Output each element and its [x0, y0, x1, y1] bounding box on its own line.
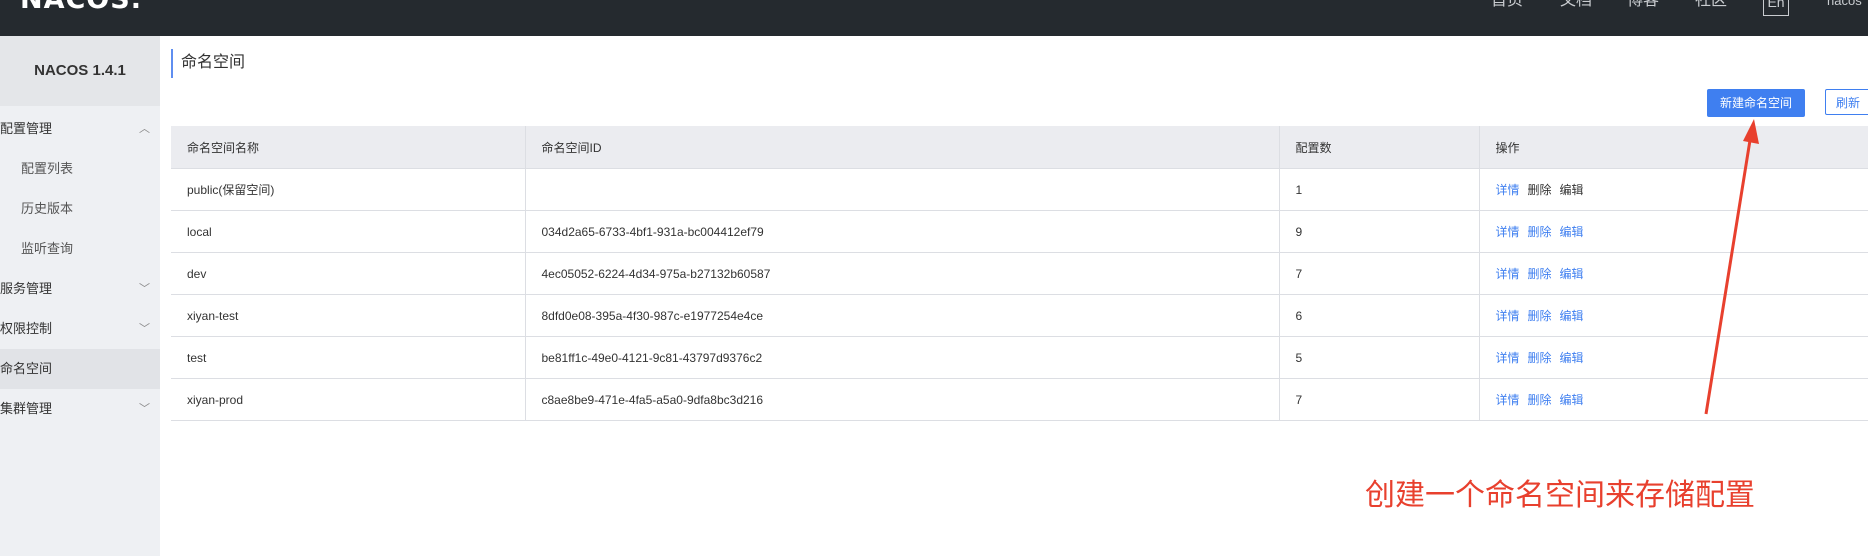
- config-count: 7: [1279, 378, 1480, 421]
- sidebar-group-service[interactable]: 服务管理 ﹀: [0, 269, 160, 309]
- row-actions: 详情 删除 编辑: [1479, 252, 1868, 295]
- sidebar-item-label: 服务管理: [0, 281, 53, 296]
- detail-link[interactable]: 详情: [1496, 393, 1520, 407]
- table-row: local 034d2a65-6733-4bf1-931a-bc004412ef…: [171, 210, 1868, 253]
- sidebar-item-listener[interactable]: 监听查询: [0, 229, 160, 269]
- delete-link[interactable]: 删除: [1528, 183, 1552, 197]
- new-namespace-button[interactable]: 新建命名空间: [1707, 89, 1805, 117]
- page-title: 命名空间: [181, 54, 246, 71]
- table-row: public(保留空间) 1 详情 删除 编辑: [171, 168, 1868, 211]
- namespace-name: xiyan-prod: [171, 378, 526, 421]
- config-count: 6: [1279, 294, 1480, 337]
- namespace-id: 4ec05052-6224-4d34-975a-b27132b60587: [525, 252, 1280, 295]
- nav-docs-link[interactable]: 文档: [1560, 0, 1592, 12]
- delete-link[interactable]: 删除: [1528, 225, 1552, 239]
- row-actions: 详情 删除 编辑: [1479, 378, 1868, 421]
- detail-link[interactable]: 详情: [1496, 225, 1520, 239]
- detail-link[interactable]: 详情: [1496, 309, 1520, 323]
- sidebar-group-auth[interactable]: 权限控制 ﹀: [0, 309, 160, 349]
- config-count: 7: [1279, 252, 1480, 295]
- column-header-id: 命名空间ID: [525, 126, 1280, 169]
- column-header-count: 配置数: [1279, 126, 1480, 169]
- sidebar-item-history[interactable]: 历史版本: [0, 189, 160, 229]
- sidebar-item-label: 配置管理: [0, 121, 53, 136]
- table-row: xiyan-prod c8ae8be9-471e-4fa5-a5a0-9dfa8…: [171, 378, 1868, 421]
- namespace-name: xiyan-test: [171, 294, 526, 337]
- refresh-button[interactable]: 刷新: [1825, 89, 1868, 115]
- config-count: 1: [1279, 168, 1480, 211]
- detail-link[interactable]: 详情: [1496, 351, 1520, 365]
- namespace-id: [525, 168, 1280, 211]
- chevron-down-icon: ﹀: [139, 323, 150, 335]
- namespace-id: c8ae8be9-471e-4fa5-a5a0-9dfa8bc3d216: [525, 378, 1280, 421]
- column-header-name: 命名空间名称: [171, 126, 526, 169]
- delete-link[interactable]: 删除: [1528, 351, 1552, 365]
- table-row: xiyan-test 8dfd0e08-395a-4f30-987c-e1977…: [171, 294, 1868, 337]
- title-accent-bar: [171, 49, 173, 78]
- config-count: 9: [1279, 210, 1480, 253]
- namespace-id: 8dfd0e08-395a-4f30-987c-e1977254e4ce: [525, 294, 1280, 337]
- nav-home-link[interactable]: 首页: [1491, 0, 1523, 12]
- delete-link[interactable]: 删除: [1528, 267, 1552, 281]
- version-label: NACOS 1.4.1: [0, 36, 160, 106]
- table-header-row: 命名空间名称 命名空间ID 配置数 操作: [171, 126, 1868, 169]
- column-header-actions: 操作: [1479, 126, 1868, 169]
- detail-link[interactable]: 详情: [1496, 267, 1520, 281]
- sidebar-group-cluster[interactable]: 集群管理 ﹀: [0, 389, 160, 429]
- sidebar: NACOS 1.4.1 配置管理 ︿ 配置列表 历史版本 监听查询 服务管理 ﹀…: [0, 36, 160, 556]
- config-count: 5: [1279, 336, 1480, 379]
- language-switch[interactable]: En: [1763, 0, 1789, 16]
- chevron-down-icon: ﹀: [139, 283, 150, 295]
- detail-link[interactable]: 详情: [1496, 183, 1520, 197]
- namespace-name: test: [171, 336, 526, 379]
- table-row: test be81ff1c-49e0-4121-9c81-43797d9376c…: [171, 336, 1868, 379]
- namespace-id: 034d2a65-6733-4bf1-931a-bc004412ef79: [525, 210, 1280, 253]
- edit-link[interactable]: 编辑: [1560, 183, 1584, 197]
- namespace-table: 命名空间名称 命名空间ID 配置数 操作 public(保留空间) 1 详情 删除…: [171, 126, 1868, 421]
- namespace-name: dev: [171, 252, 526, 295]
- sidebar-item-namespace[interactable]: 命名空间: [0, 349, 160, 389]
- namespace-name: local: [171, 210, 526, 253]
- nacos-logo[interactable]: NACOS.: [20, 0, 142, 13]
- sidebar-item-label: 权限控制: [0, 321, 53, 336]
- top-navbar: NACOS. 首页 文档 博客 社区 En nacos: [0, 0, 1868, 36]
- table-row: dev 4ec05052-6224-4d34-975a-b27132b60587…: [171, 252, 1868, 295]
- namespace-id: be81ff1c-49e0-4121-9c81-43797d9376c2: [525, 336, 1280, 379]
- chevron-down-icon: ﹀: [139, 403, 150, 415]
- sidebar-item-label: 命名空间: [0, 361, 53, 376]
- row-actions: 详情 删除 编辑: [1479, 336, 1868, 379]
- edit-link[interactable]: 编辑: [1560, 309, 1584, 323]
- user-menu[interactable]: nacos: [1827, 0, 1862, 12]
- edit-link[interactable]: 编辑: [1560, 393, 1584, 407]
- edit-link[interactable]: 编辑: [1560, 267, 1584, 281]
- namespace-name: public(保留空间): [171, 168, 526, 211]
- sidebar-item-label: 集群管理: [0, 401, 53, 416]
- annotation-text: 创建一个命名空间来存储配置: [1365, 478, 1755, 513]
- row-actions: 详情 删除 编辑: [1479, 210, 1868, 253]
- chevron-up-icon: ︿: [139, 123, 150, 135]
- nav-blog-link[interactable]: 博客: [1627, 0, 1659, 12]
- sidebar-group-config[interactable]: 配置管理 ︿: [0, 109, 160, 149]
- row-actions: 详情 删除 编辑: [1479, 168, 1868, 211]
- edit-link[interactable]: 编辑: [1560, 351, 1584, 365]
- delete-link[interactable]: 删除: [1528, 393, 1552, 407]
- delete-link[interactable]: 删除: [1528, 309, 1552, 323]
- sidebar-item-config-list[interactable]: 配置列表: [0, 149, 160, 189]
- edit-link[interactable]: 编辑: [1560, 225, 1584, 239]
- row-actions: 详情 删除 编辑: [1479, 294, 1868, 337]
- nav-community-link[interactable]: 社区: [1695, 0, 1727, 12]
